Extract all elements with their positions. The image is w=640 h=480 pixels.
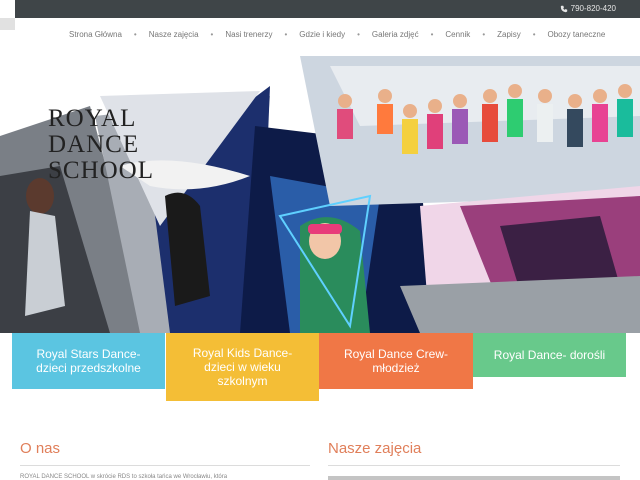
main-navigation: Strona Główna • Nasze zajęcia • Nasi tre…: [15, 18, 640, 56]
card-subtitle: młodzież: [372, 361, 420, 375]
left-gray-strip: [0, 18, 15, 30]
card-royal-kids-dance[interactable]: Royal Kids Dance- dzieci w wieku szkolny…: [166, 333, 319, 401]
nav-item-camps[interactable]: Obozy taneczne: [548, 30, 606, 39]
hero-collage: [0, 56, 640, 333]
nav-item-classes[interactable]: Nasze zajęcia: [149, 30, 199, 39]
card-subtitle: dzieci w wieku: [204, 360, 281, 374]
card-royal-stars-dance[interactable]: Royal Stars Dance- dzieci przedszkolne: [12, 333, 165, 389]
card-subtitle: szkolnym: [217, 374, 268, 388]
classes-divider: [328, 465, 620, 466]
nav-item-home[interactable]: Strona Główna: [69, 30, 122, 39]
classes-image-top: [328, 476, 620, 480]
dancer-hiphop-cap: [308, 224, 342, 234]
logo-line: DANCE: [48, 131, 140, 158]
nav-separator: •: [357, 30, 360, 39]
card-royal-dance-crew[interactable]: Royal Dance Crew- młodzież: [319, 333, 473, 389]
panel-bottom-gray: [400, 276, 640, 333]
classes-section-title: Nasze zajęcia: [328, 440, 422, 457]
nav-separator: •: [532, 30, 536, 39]
nav-item-where-when[interactable]: Gdzie i kiedy: [299, 30, 345, 39]
card-title: Royal Kids Dance-: [192, 346, 293, 360]
nav-item-trainers[interactable]: Nasi trenerzy: [225, 30, 272, 39]
phone-contact[interactable]: 790-820-420: [560, 4, 616, 13]
top-bar: 790-820-420: [15, 0, 640, 18]
about-section-title: O nas: [20, 440, 61, 457]
card-royal-dance-adults[interactable]: Royal Dance- dorośli: [473, 333, 626, 377]
nav-separator: •: [133, 30, 137, 39]
card-title: Royal Dance Crew-: [343, 347, 449, 361]
about-divider: [20, 465, 310, 466]
logo-line: SCHOOL: [48, 157, 155, 184]
nav-separator: •: [482, 30, 486, 39]
hero-banner: ROYAL DANCE SCHOOL: [0, 56, 640, 333]
nav-separator: •: [430, 30, 434, 39]
phone-number: 790-820-420: [570, 4, 616, 13]
phone-icon: [560, 5, 567, 12]
nav-item-gallery[interactable]: Galeria zdjęć: [372, 30, 419, 39]
logo-line: ROYAL: [48, 105, 137, 132]
nav-separator: •: [284, 30, 288, 39]
card-subtitle: dzieci przedszkolne: [36, 361, 141, 375]
school-logo[interactable]: ROYAL DANCE SCHOOL: [48, 106, 154, 184]
card-title: Royal Stars Dance-: [36, 347, 141, 361]
nav-item-signup[interactable]: Zapisy: [497, 30, 521, 39]
nav-separator: •: [210, 30, 214, 39]
nav-item-pricing[interactable]: Cennik: [445, 30, 470, 39]
card-title: Royal Dance- dorośli: [493, 348, 606, 362]
about-text-snippet: ROYAL DANCE SCHOOL w skrócie RDS to szko…: [20, 474, 228, 480]
